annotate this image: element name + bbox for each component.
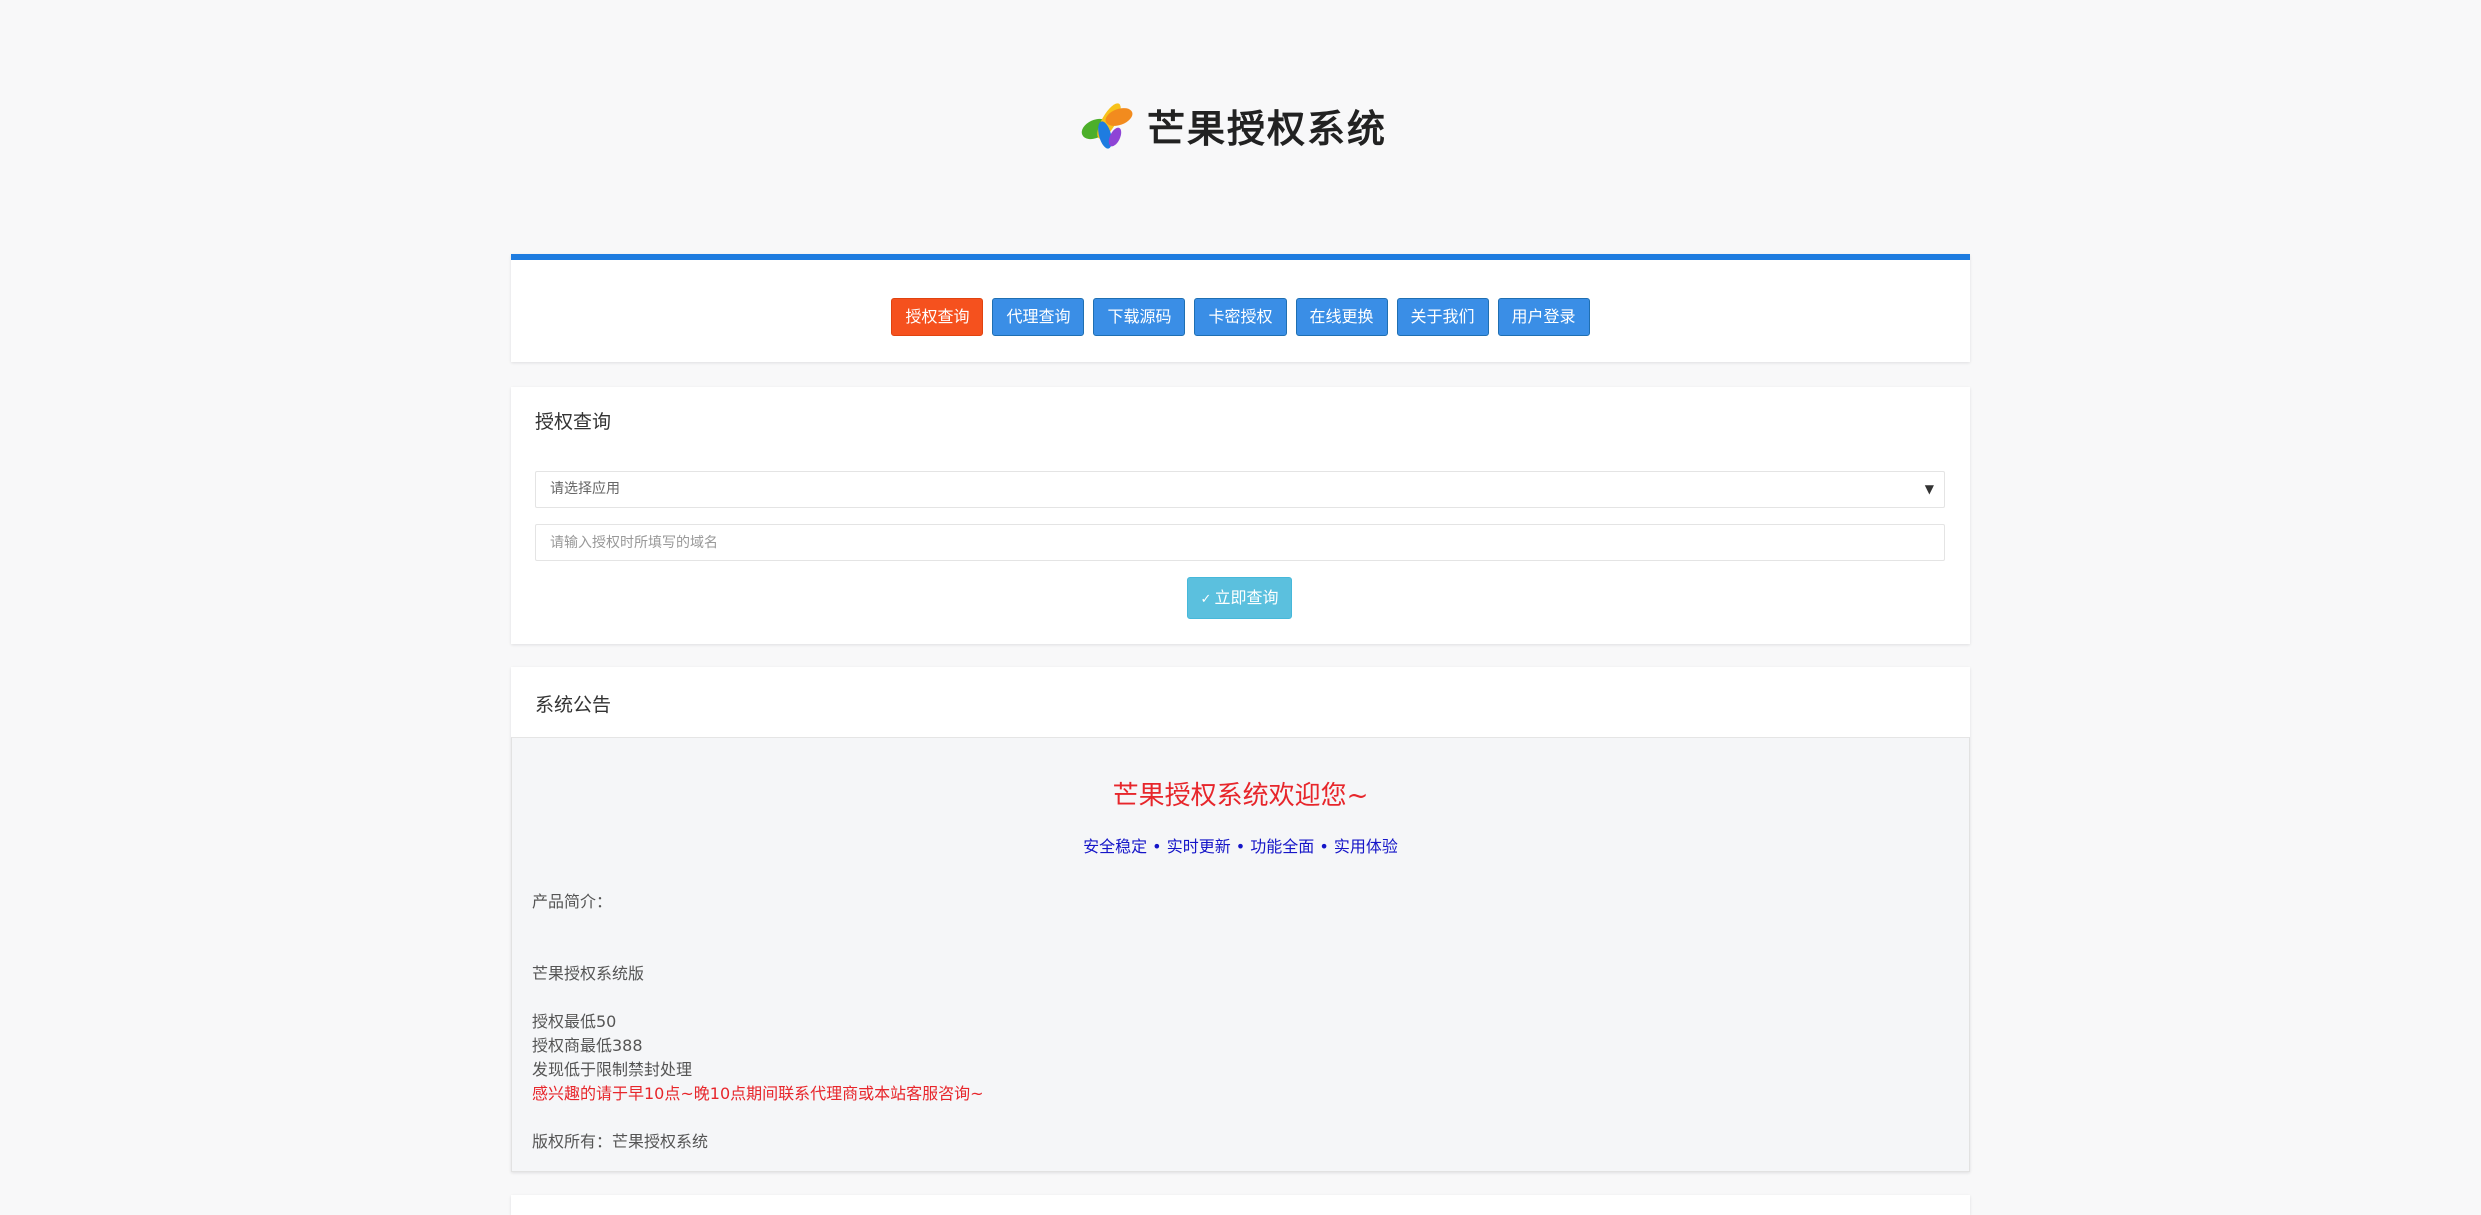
notice-slogan: 安全稳定 • 实时更新 • 功能全面 • 实用体验 xyxy=(1083,837,1398,856)
nav-button-about-us[interactable]: 关于我们 xyxy=(1396,298,1489,336)
auth-query-title: 授权查询 xyxy=(535,411,612,433)
check-circle-icon: ✓ xyxy=(1200,592,1212,607)
app-select-value: 请选择应用 xyxy=(550,481,620,497)
notice-version: 芒果授权系统版 xyxy=(532,964,645,983)
nav-button-agent-query[interactable]: 代理查询 xyxy=(992,298,1085,336)
notice-ban: 发现低于限制禁封处理 xyxy=(532,1060,693,1079)
site-logo: 芒果授权系统 xyxy=(1075,95,1387,155)
next-panel xyxy=(511,1195,1970,1215)
notice-price-agent: 授权商最低388 xyxy=(532,1036,643,1055)
notice-welcome: 芒果授权系统欢迎您~ xyxy=(1112,781,1369,811)
nav-button-auth-query[interactable]: 授权查询 xyxy=(891,298,984,336)
nav-button-download-source[interactable]: 下载源码 xyxy=(1093,298,1186,336)
notice-contact: 感兴趣的请于早10点~晚10点期间联系代理商或本站客服咨询~ xyxy=(532,1084,984,1103)
notice-copyright: 版权所有：芒果授权系统 xyxy=(532,1132,709,1151)
mango-logo-icon xyxy=(1081,103,1133,149)
nav-button-online-change[interactable]: 在线更换 xyxy=(1295,298,1388,336)
query-submit-label: 立即查询 xyxy=(1214,588,1279,607)
chevron-down-icon: ▼ xyxy=(1924,482,1934,496)
notice-body: 芒果授权系统欢迎您~ 安全稳定 • 实时更新 • 功能全面 • 实用体验 产品简… xyxy=(511,737,1970,1172)
nav-bar: 授权查询 代理查询 下载源码 卡密授权 在线更换 关于我们 用户登录 xyxy=(511,298,1970,336)
auth-query-panel: 授权查询 请选择应用 ▼ ✓立即查询 xyxy=(511,387,1970,644)
domain-input[interactable] xyxy=(535,524,1945,561)
logo-text: 芒果授权系统 xyxy=(1147,105,1388,151)
notice-price-auth: 授权最低50 xyxy=(532,1012,617,1031)
query-submit-button[interactable]: ✓ 立即查询 xyxy=(1187,577,1292,619)
nav-button-card-auth[interactable]: 卡密授权 xyxy=(1194,298,1287,336)
notice-panel: 系统公告 芒果授权系统欢迎您~ 安全稳定 • 实时更新 • 功能全面 • 实用体… xyxy=(511,667,1970,1172)
nav-button-user-login[interactable]: 用户登录 xyxy=(1497,298,1590,336)
notice-intro-label: 产品简介： xyxy=(532,892,613,911)
app-select[interactable]: 请选择应用 ▼ xyxy=(535,471,1945,508)
notice-title: 系统公告 xyxy=(535,694,612,716)
nav-panel: 授权查询 代理查询 下载源码 卡密授权 在线更换 关于我们 用户登录 xyxy=(511,254,1970,362)
